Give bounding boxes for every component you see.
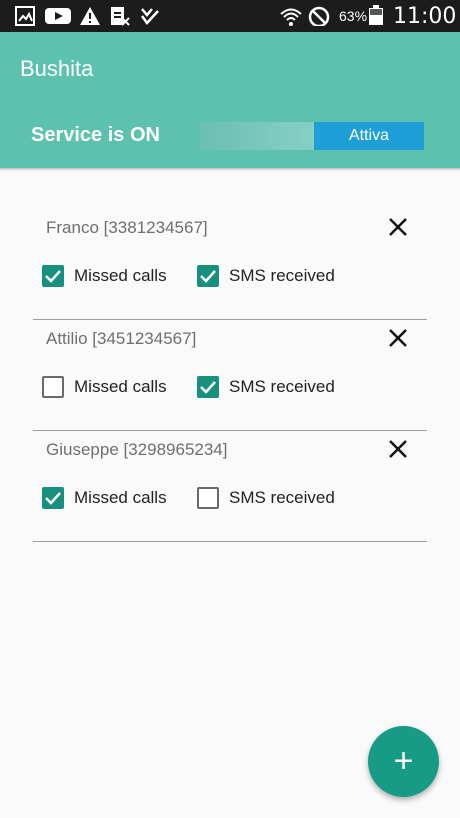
toggle-on-label: Attiva	[314, 122, 424, 150]
missed-calls-checkbox[interactable]	[42, 376, 64, 398]
missed-calls-label: Missed calls	[74, 377, 167, 396]
missed-calls-label: Missed calls	[74, 488, 167, 507]
contact-item: Giuseppe [3298965234] Missed calls SMS r…	[33, 430, 427, 542]
warning-icon	[80, 7, 100, 25]
toggle-off-segment	[199, 122, 314, 150]
service-status-label: Service is ON	[31, 124, 160, 146]
gallery-icon	[15, 6, 35, 26]
close-icon[interactable]	[385, 325, 411, 351]
missed-calls-checkbox[interactable]	[42, 265, 64, 287]
do-not-disturb-icon	[308, 6, 330, 26]
app-title: Bushita	[20, 56, 94, 81]
sms-received-label: SMS received	[229, 377, 335, 396]
contact-item: Franco [3381234567] Missed calls SMS rec…	[33, 208, 427, 320]
missed-calls-checkbox[interactable]	[42, 487, 64, 509]
battery-percent: 63%	[339, 8, 368, 24]
clock: 11:00	[393, 4, 457, 29]
add-contact-button[interactable]: +	[368, 726, 439, 797]
app-bar: Bushita Service is ON Attiva	[0, 32, 460, 168]
contact-item: Attilio [3451234567] Missed calls SMS re…	[33, 319, 427, 431]
close-icon[interactable]	[385, 436, 411, 462]
wifi-icon	[280, 8, 302, 26]
sms-received-checkbox[interactable]	[197, 376, 219, 398]
sms-received-checkbox[interactable]	[197, 265, 219, 287]
sms-received-checkbox[interactable]	[197, 487, 219, 509]
youtube-icon	[45, 8, 71, 24]
contact-name: Attilio [3451234567]	[46, 329, 197, 348]
contact-name: Franco [3381234567]	[46, 218, 208, 237]
contact-name: Giuseppe [3298965234]	[46, 440, 228, 459]
service-toggle[interactable]: Attiva	[199, 122, 424, 150]
sms-received-label: SMS received	[229, 488, 335, 507]
sim-card-icon	[111, 7, 130, 26]
checklist-icon	[140, 8, 159, 25]
close-icon[interactable]	[385, 214, 411, 240]
battery-icon	[369, 5, 383, 25]
sms-received-label: SMS received	[229, 266, 335, 285]
missed-calls-label: Missed calls	[74, 266, 167, 285]
status-bar: 63% 11:00	[0, 0, 460, 32]
app-bar-shadow	[0, 168, 460, 171]
